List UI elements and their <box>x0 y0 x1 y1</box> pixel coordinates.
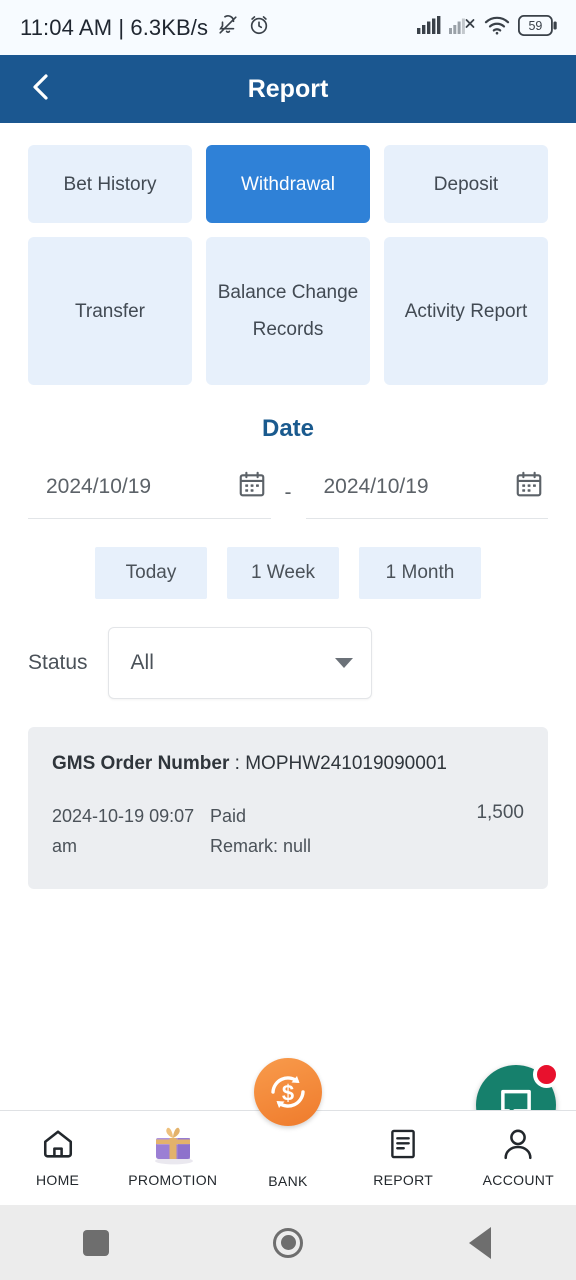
status-bar-time: 11:04 AM | 6.3KB/s <box>20 14 209 40</box>
record-status: Paid <box>210 806 247 826</box>
document-icon <box>386 1123 420 1165</box>
nav-item-promotion[interactable]: PROMOTION <box>115 1123 230 1188</box>
tab-withdrawal[interactable]: Withdrawal <box>206 145 370 223</box>
records-list: GMS Order Number : MOPHW241019090001 202… <box>0 727 576 889</box>
bank-dollar-refresh-icon: $ <box>253 1058 322 1126</box>
battery-level-text: 59 <box>528 19 542 33</box>
battery-icon: 59 <box>517 14 558 41</box>
back-button[interactable] <box>24 72 58 106</box>
quick-range-1-week[interactable]: 1 Week <box>227 547 339 599</box>
record-datetime: 2024-10-19 09:07 am <box>52 806 195 856</box>
calendar-icon[interactable] <box>514 469 544 504</box>
home-circle-icon <box>273 1227 303 1258</box>
status-filter-row: Status All <box>0 627 576 699</box>
nav-label-home: HOME <box>35 1172 80 1188</box>
android-recents-button[interactable] <box>36 1229 156 1256</box>
bell-muted-icon <box>217 14 239 41</box>
bottom-navigation: HOME PROMOTION $ BANK REPORT ACCOUNT <box>0 1058 576 1205</box>
record-order-number: MOPHW241019090001 <box>245 753 447 774</box>
record-amount: 1,500 <box>476 802 524 823</box>
nav-label-account: ACCOUNT <box>482 1172 554 1188</box>
end-date-value: 2024/10/19 <box>323 474 429 498</box>
status-bar: 11:04 AM | 6.3KB/s 59 <box>0 0 576 55</box>
status-filter-label: Status <box>28 651 88 674</box>
android-navigation-bar <box>0 1205 576 1280</box>
calendar-icon[interactable] <box>237 469 267 504</box>
quick-date-range-buttons: Today 1 Week 1 Month <box>0 547 576 599</box>
record-remark: Remark: null <box>210 836 312 856</box>
record-status-block: Paid Remark: null <box>204 801 476 861</box>
record-card[interactable]: GMS Order Number : MOPHW241019090001 202… <box>28 727 548 889</box>
status-filter-value: All <box>130 651 154 674</box>
back-triangle-icon <box>469 1226 491 1259</box>
quick-range-today[interactable]: Today <box>95 547 207 599</box>
tabs-grid: Bet History Withdrawal Deposit Transfer … <box>28 145 548 385</box>
record-order-line: GMS Order Number : MOPHW241019090001 <box>52 753 524 775</box>
tab-deposit[interactable]: Deposit <box>384 145 548 223</box>
record-order-label: GMS Order Number <box>52 753 230 774</box>
notification-dot-icon <box>533 1061 560 1088</box>
nav-item-account[interactable]: ACCOUNT <box>461 1123 576 1188</box>
nav-item-report[interactable]: REPORT <box>346 1123 461 1188</box>
person-icon <box>500 1123 536 1165</box>
bank-circle: $ <box>253 1058 322 1126</box>
date-range-row: 2024/10/19 - 2024/10/19 <box>0 469 576 519</box>
nav-label-promotion: PROMOTION <box>128 1172 218 1188</box>
status-bar-left: 11:04 AM | 6.3KB/s <box>20 14 270 41</box>
end-date-field[interactable]: 2024/10/19 <box>305 469 548 519</box>
android-home-button[interactable] <box>228 1227 348 1258</box>
alarm-clock-icon <box>248 14 270 41</box>
start-date-value: 2024/10/19 <box>46 474 152 498</box>
date-range-separator: - <box>284 481 292 504</box>
android-back-button[interactable] <box>420 1226 540 1259</box>
nav-item-home[interactable]: HOME <box>0 1123 115 1188</box>
page-header: Report <box>0 55 576 123</box>
quick-range-1-month[interactable]: 1 Month <box>359 547 481 599</box>
tab-bet-history[interactable]: Bet History <box>28 145 192 223</box>
status-bar-right: 59 <box>417 14 558 41</box>
tab-balance-change-records[interactable]: Balance Change Records <box>206 237 370 385</box>
svg-text:$: $ <box>282 1081 294 1106</box>
nav-label-bank: BANK <box>268 1173 308 1189</box>
home-icon <box>39 1123 77 1165</box>
nav-label-report: REPORT <box>373 1172 434 1188</box>
date-section-title: Date <box>261 415 315 442</box>
tab-transfer[interactable]: Transfer <box>28 237 192 385</box>
tab-activity-report[interactable]: Activity Report <box>384 237 548 385</box>
recents-square-icon <box>83 1229 109 1256</box>
status-filter-select[interactable]: All <box>107 627 372 699</box>
wifi-icon <box>484 15 510 40</box>
report-type-tabs: Bet History Withdrawal Deposit Transfer … <box>0 123 576 385</box>
chevron-down-icon <box>334 658 353 668</box>
start-date-field[interactable]: 2024/10/19 <box>28 469 271 519</box>
nav-item-bank[interactable]: $ BANK <box>230 1058 345 1189</box>
record-body: 2024-10-19 09:07 am Paid Remark: null 1,… <box>52 801 524 861</box>
signal-bars-icon <box>417 16 441 39</box>
record-order-separator: : <box>229 753 246 774</box>
page-title: Report <box>247 74 329 103</box>
signal-bars-no-service-icon <box>449 16 476 39</box>
app-root: 11:04 AM | 6.3KB/s 59 Report Bet History… <box>0 0 576 1280</box>
chevron-left-icon <box>28 72 54 107</box>
gift-box-icon <box>147 1123 199 1165</box>
